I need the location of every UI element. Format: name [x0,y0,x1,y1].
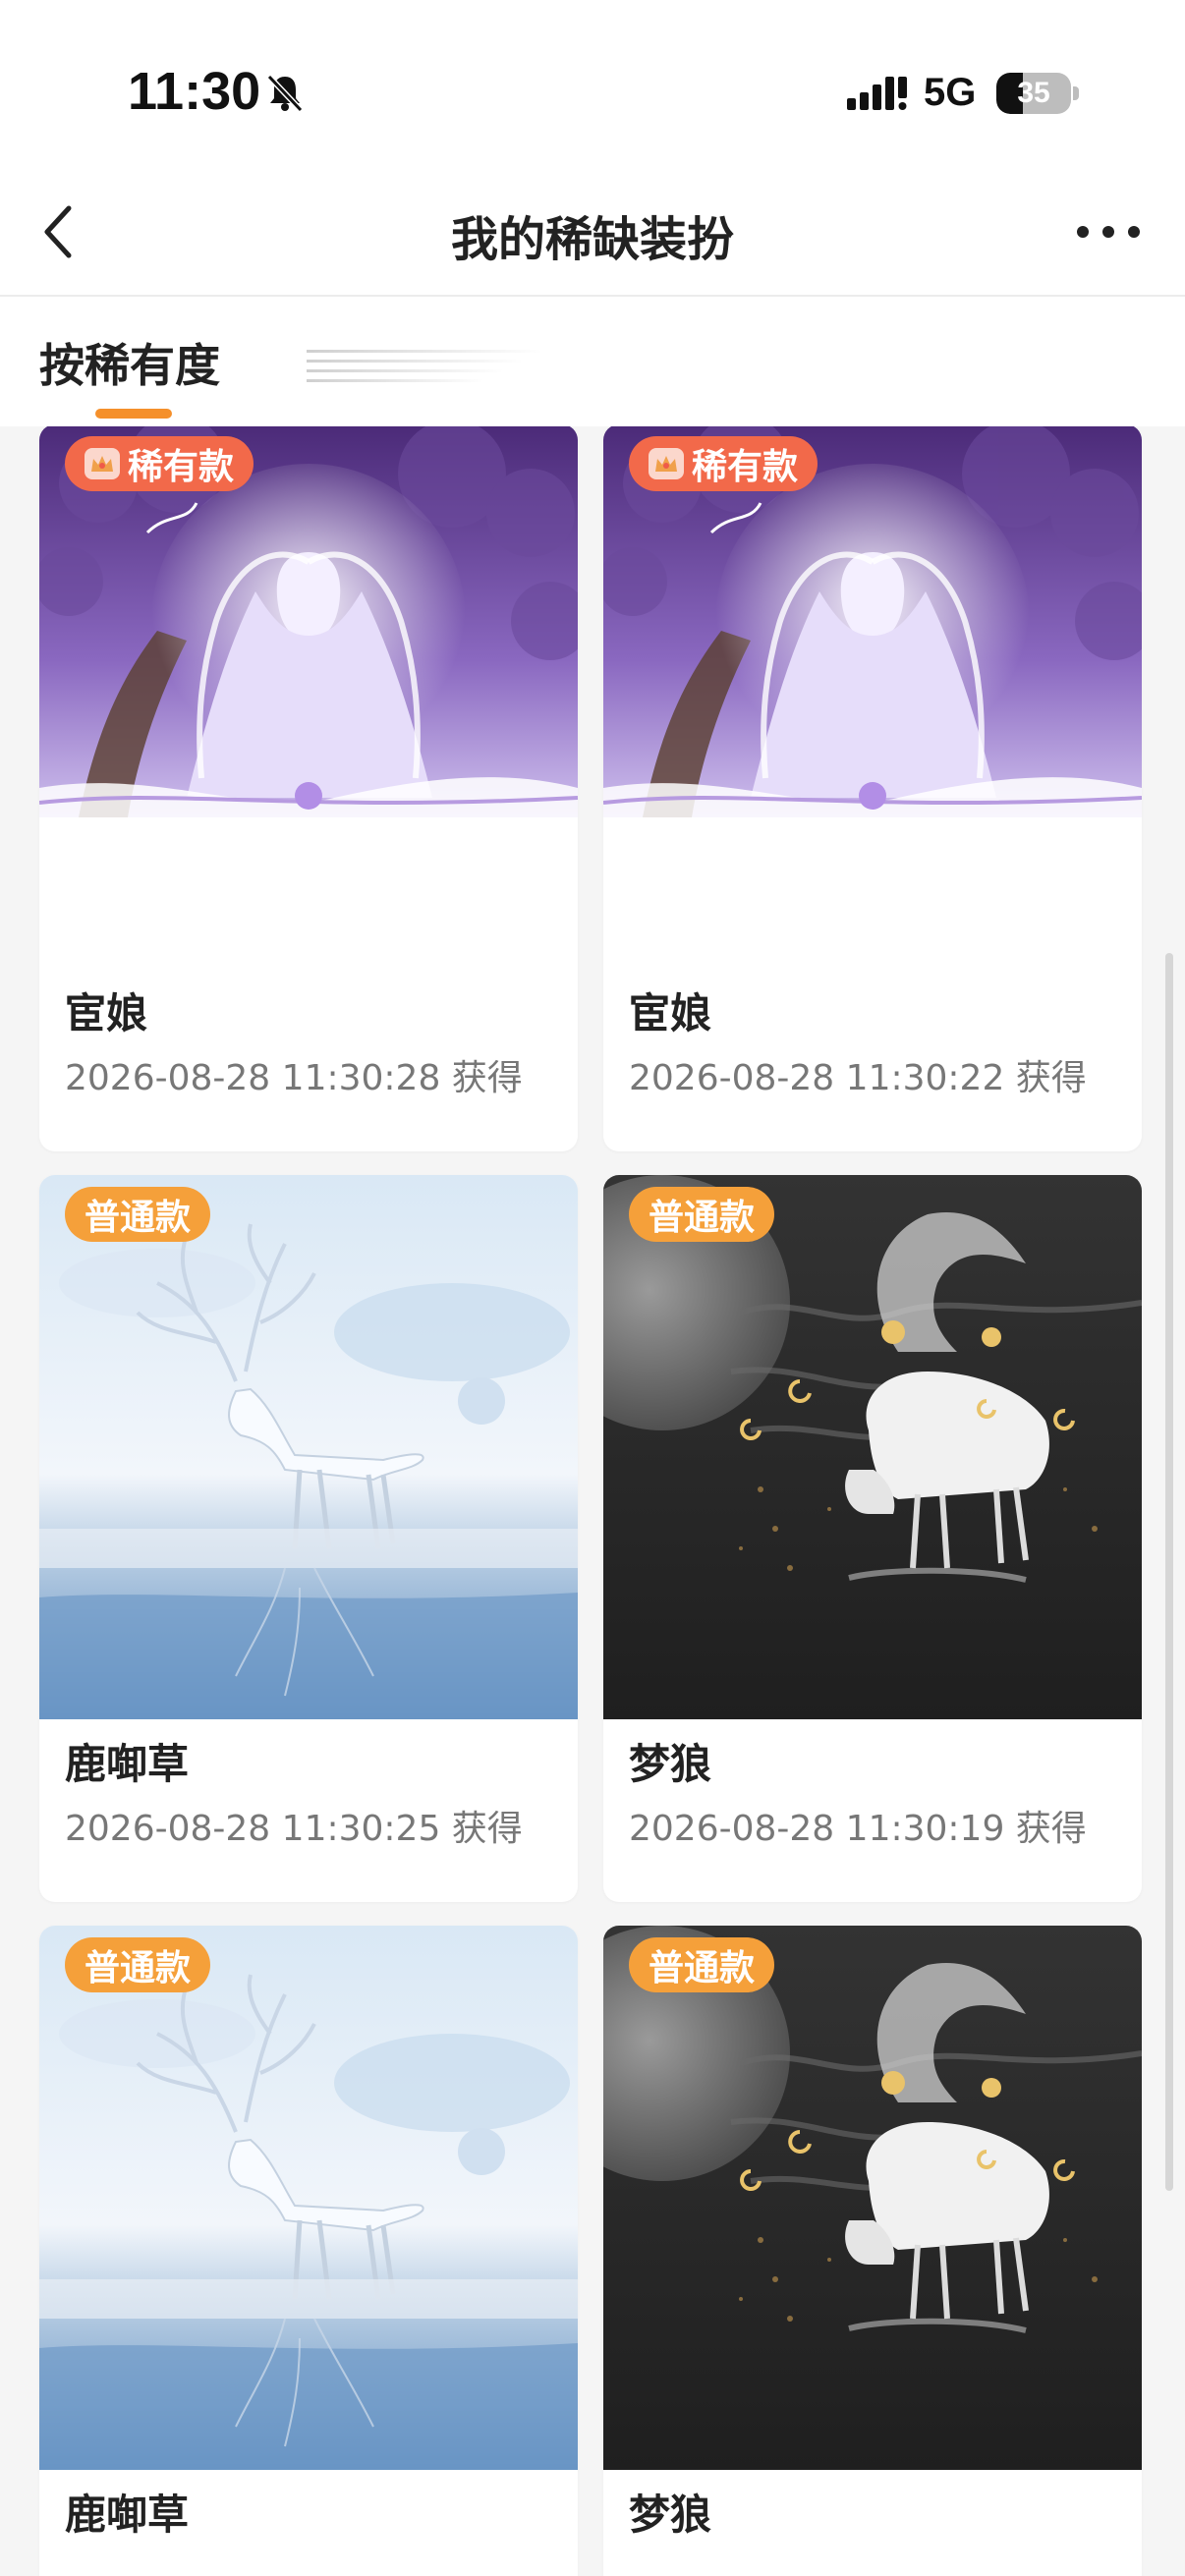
signal-icon [847,77,907,110]
common-badge: 普通款 [629,1187,775,1242]
page-title: 我的稀缺装扮 [450,212,734,267]
card-artwork-image [603,1926,1142,2470]
card-artwork-image [603,1175,1142,1719]
sort-by-rarity-tab[interactable]: 按稀有度 [39,330,220,395]
card-title: 梦狼 [629,1740,712,1788]
card-title: 宦娘 [629,989,712,1037]
card-title: 鹿啣草 [65,2491,190,2539]
more-options-icon[interactable] [1067,202,1156,261]
battery-icon: 35 [996,73,1079,116]
common-badge: 普通款 [65,1937,211,1992]
badge-label: 稀有款 [128,447,235,487]
battery-level: 35 [1017,77,1050,109]
collection-grid: 稀有款宦娘 2026-08-28 11:30:28 获得 稀有款宦娘 2026-08… [0,426,1185,2576]
card-title: 鹿啣草 [65,1740,190,1788]
card-title: 宦娘 [65,989,148,1037]
rare-badge: 稀有款 [629,436,818,491]
crown-icon [85,448,120,479]
card-acquired-time: 2026-08-28 11:30:22 获得 [629,1058,1087,1098]
common-badge: 普通款 [65,1187,211,1242]
card-artwork-image [39,1926,578,2470]
card-acquired-time: 2026-08-28 11:30:25 获得 [65,1809,523,1849]
status-bar: 11:30 5G 35 [0,0,1185,167]
badge-label: 普通款 [649,1198,756,1238]
collection-card[interactable]: 普通款鹿啣草 [39,1926,578,2576]
collection-card[interactable]: 稀有款宦娘 2026-08-28 11:30:28 获得 [39,426,578,1151]
loading-filter-placeholder [307,350,542,382]
filter-bar: 按稀有度 [0,297,1185,426]
status-time: 11:30 [128,62,261,121]
badge-label: 普通款 [85,1198,192,1238]
common-badge: 普通款 [629,1937,775,1992]
badge-label: 普通款 [85,1948,192,1988]
badge-label: 普通款 [649,1948,756,1988]
sort-tab-indicator [95,409,172,419]
badge-label: 稀有款 [692,447,799,487]
crown-icon [649,448,684,479]
card-artwork-image [603,426,1142,969]
collection-card[interactable]: 普通款梦狼 [603,1926,1142,2576]
network-label: 5G [924,71,977,114]
collection-card[interactable]: 普通款鹿啣草 2026-08-28 11:30:25 获得 [39,1175,578,1902]
collection-card[interactable]: 稀有款宦娘 2026-08-28 11:30:22 获得 [603,426,1142,1151]
nav-bar: 我的稀缺装扮 [0,167,1185,297]
card-title: 梦狼 [629,2491,712,2539]
scrollbar[interactable] [1165,953,1173,2191]
card-artwork-image [39,426,578,969]
card-acquired-time: 2026-08-28 11:30:28 获得 [65,1058,523,1098]
card-acquired-time: 2026-08-28 11:30:19 获得 [629,1809,1087,1849]
bell-muted-icon [266,74,304,113]
rare-badge: 稀有款 [65,436,254,491]
collection-card[interactable]: 普通款梦狼 2026-08-28 11:30:19 获得 [603,1175,1142,1902]
card-artwork-image [39,1175,578,1719]
